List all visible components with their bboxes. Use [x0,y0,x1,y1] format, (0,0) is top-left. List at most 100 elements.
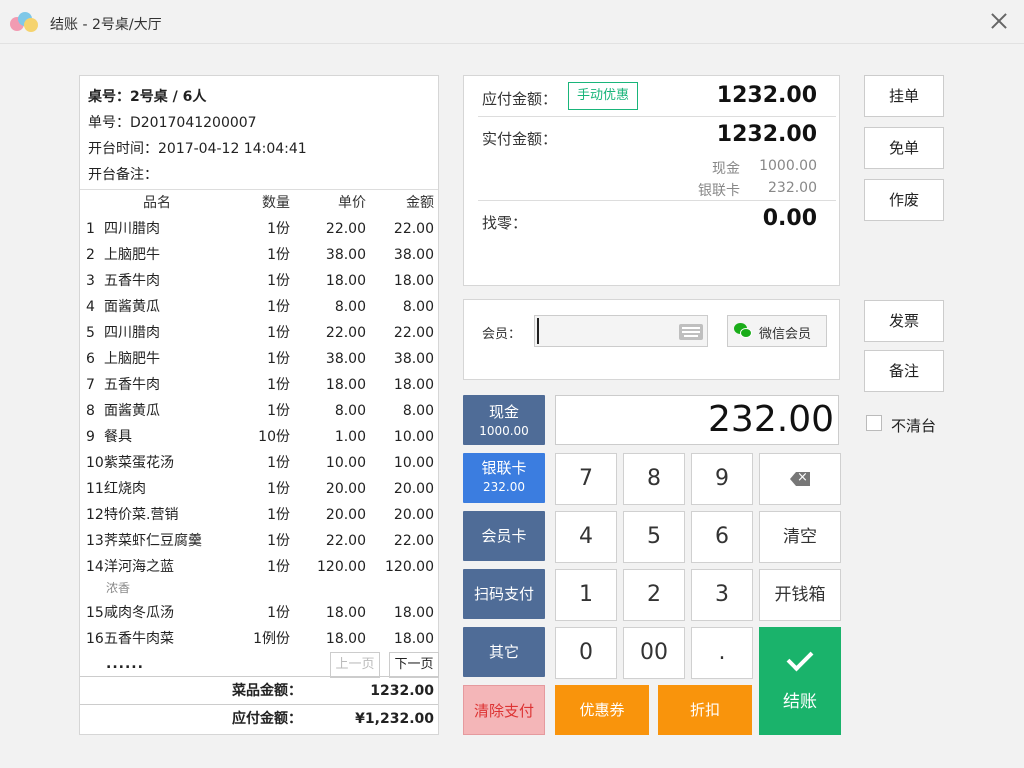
item-row[interactable]: 1 四川腊肉 1份 22.00 22.00 [80,216,438,242]
void-order-button[interactable]: 作废 [864,179,944,221]
key-1[interactable]: 1 [555,569,617,621]
item-amount: 38.00 [393,247,434,263]
item-name: 面酱黄瓜 [104,299,160,315]
key-2[interactable]: 2 [623,569,685,621]
paid-amount: 1232.00 [716,122,817,147]
item-price: 10.00 [325,455,366,471]
key-7[interactable]: 7 [555,453,617,505]
item-price: 18.00 [325,377,366,393]
item-row[interactable]: 2 上脑肥牛 1份 38.00 38.00 [80,242,438,268]
item-row[interactable]: 10 紫菜蛋花汤 1份 10.00 10.00 [80,450,438,476]
header-name: 品名 [143,195,171,211]
method-cash-button[interactable]: 现金 1000.00 [463,395,545,445]
item-row[interactable]: 7 五香牛肉 1份 18.00 18.00 [80,372,438,398]
more-indicator: ...... [106,656,144,672]
item-row[interactable]: 6 上脑肥牛 1份 38.00 38.00 [80,346,438,372]
item-amount: 22.00 [393,221,434,237]
item-amount: 120.00 [385,559,434,575]
backspace-button[interactable] [759,453,841,505]
keyboard-icon[interactable] [679,324,703,340]
order-info: 桌号：2号桌 / 6人 单号：D2017041200007 开台时间：2017-… [80,76,438,190]
keep-table-label: 不清台 [891,417,937,435]
prev-page-button[interactable]: 上一页 [330,652,380,678]
item-number: 13 [86,533,104,549]
item-price: 20.00 [325,507,366,523]
checkout-button[interactable]: 结账 [759,627,841,735]
item-qty: 1份 [267,247,290,263]
close-icon[interactable] [988,10,1010,32]
item-amount: 18.00 [393,273,434,289]
key-8[interactable]: 8 [623,453,685,505]
key-0[interactable]: 0 [555,627,617,679]
change-amount: 0.00 [762,206,817,231]
next-page-button[interactable]: 下一页 [389,652,439,678]
clear-button[interactable]: 清空 [759,511,841,563]
item-row[interactable]: 16 五香牛肉菜 1例份 18.00 18.00 [80,626,438,652]
wechat-member-label: 微信会员 [759,327,812,342]
item-price: 8.00 [334,403,366,419]
open-drawer-button[interactable]: 开钱箱 [759,569,841,621]
item-row[interactable]: 4 面酱黄瓜 1份 8.00 8.00 [80,294,438,320]
method-other-button[interactable]: 其它 [463,627,545,677]
dish-total-label: 菜品金额： [232,683,302,699]
item-price: 18.00 [325,605,366,621]
item-name: 五香牛肉 [104,273,160,289]
key-6[interactable]: 6 [691,511,753,563]
item-row[interactable]: 8 面酱黄瓜 1份 8.00 8.00 [80,398,438,424]
item-number: 1 [86,221,95,237]
item-qty: 1份 [267,481,290,497]
key-5[interactable]: 5 [623,511,685,563]
key-9[interactable]: 9 [691,453,753,505]
wechat-icon [734,323,752,339]
item-name: 餐具 [104,429,132,445]
item-amount: 20.00 [393,481,434,497]
item-amount: 20.00 [393,507,434,523]
item-name: 四川腊肉 [104,325,160,341]
item-number: 6 [86,351,95,367]
method-unionpay-button[interactable]: 银联卡 232.00 [463,453,545,503]
manual-discount-button[interactable]: 手动优惠 [568,82,639,110]
item-row[interactable]: 5 四川腊肉 1份 22.00 22.00 [80,320,438,346]
checkmark-icon [786,644,814,672]
item-row[interactable]: 13 荠菜虾仁豆腐羹 1份 22.00 22.00 [80,528,438,554]
note-button[interactable]: 备注 [864,350,944,392]
hold-order-button[interactable]: 挂单 [864,75,944,117]
header-price: 单价 [338,195,366,211]
method-member-card-button[interactable]: 会员卡 [463,511,545,561]
item-qty: 1份 [267,559,290,575]
item-qty: 1份 [267,403,290,419]
item-price: 20.00 [325,481,366,497]
item-row[interactable]: 11 红烧肉 1份 20.00 20.00 [80,476,438,502]
item-number: 7 [86,377,95,393]
item-qty: 1份 [267,221,290,237]
table-number: 桌号：2号桌 / 6人 [88,89,207,105]
item-price: 38.00 [325,351,366,367]
keep-table-checkbox[interactable] [866,415,882,431]
item-number: 8 [86,403,95,419]
item-price: 22.00 [325,533,366,549]
coupon-button[interactable]: 优惠券 [555,685,649,735]
key-00[interactable]: 00 [623,627,685,679]
item-row[interactable]: 12 特价菜.营销 1份 20.00 20.00 [80,502,438,528]
free-order-button[interactable]: 免单 [864,127,944,169]
item-row[interactable]: 15 咸肉冬瓜汤 1份 18.00 18.00 [80,600,438,626]
item-price: 1.00 [334,429,366,445]
title-bar: 结账 - 2号桌/大厅 [0,0,1024,44]
method-scan-pay-button[interactable]: 扫码支付 [463,569,545,619]
wechat-member-button[interactable]: 微信会员 [727,315,827,347]
key-3[interactable]: 3 [691,569,753,621]
item-row[interactable]: 3 五香牛肉 1份 18.00 18.00 [80,268,438,294]
item-qty: 1份 [267,455,290,471]
item-row[interactable]: 14 洋河海之蓝 1份 120.00 120.00 [80,554,438,580]
clear-payment-button[interactable]: 清除支付 [463,685,545,735]
member-label: 会员： [482,327,522,342]
due-total-value: ¥1,232.00 [355,711,434,727]
invoice-button[interactable]: 发票 [864,300,944,342]
item-row[interactable]: 9 餐具 10份 1.00 10.00 [80,424,438,450]
discount-button[interactable]: 折扣 [658,685,752,735]
key-dot[interactable]: . [691,627,753,679]
method-unionpay-label: 银联卡 [481,459,527,477]
key-4[interactable]: 4 [555,511,617,563]
member-input[interactable] [537,318,675,344]
paid-label: 实付金额： [482,130,558,148]
